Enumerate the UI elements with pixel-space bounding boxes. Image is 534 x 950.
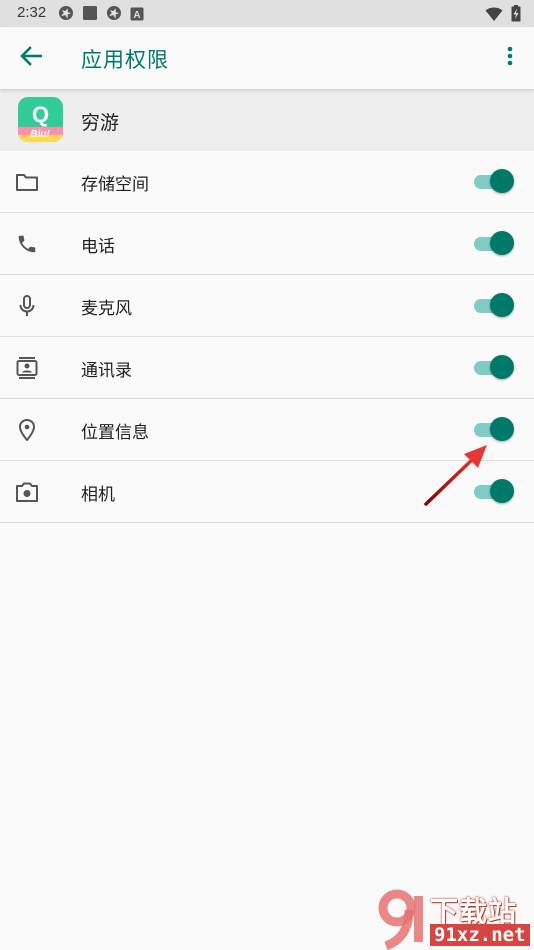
toggle-thumb <box>490 231 514 255</box>
more-vert-icon <box>507 46 513 70</box>
app-header: Q Biu! 穷游 <box>0 89 534 151</box>
permission-label: 电话 <box>81 237 115 257</box>
system-icons <box>485 5 521 26</box>
location-pin-icon <box>14 417 40 443</box>
square-icon <box>82 5 98 25</box>
app-name: 穷游 <box>81 112 120 134</box>
permission-row-location[interactable]: 位置信息 <box>0 399 534 461</box>
svg-text:A: A <box>133 10 140 21</box>
app-icon: Q Biu! <box>18 97 63 142</box>
permission-list: 存储空间 电话 麦克风 通讯录 位置信息 相机 <box>0 151 534 523</box>
app-permissions-screen: 2:32 A 应用权限 Q Biu! 穷游 存储空间 电话 麦克风 通讯录 位置… <box>0 0 534 950</box>
toolbar: 应用权限 <box>0 27 534 89</box>
arrow-left-icon <box>20 46 43 70</box>
status-time: 2:32 <box>17 4 47 21</box>
shutter-icon <box>106 5 122 25</box>
svg-text:Biu!: Biu! <box>30 129 50 140</box>
permission-row-microphone[interactable]: 麦克风 <box>0 275 534 337</box>
permission-row-camera[interactable]: 相机 <box>0 461 534 523</box>
permission-toggle[interactable] <box>474 417 516 443</box>
permission-label: 通讯录 <box>81 361 132 381</box>
permission-label: 相机 <box>81 485 115 505</box>
watermark-91-icon <box>378 889 423 950</box>
page-title: 应用权限 <box>81 48 169 72</box>
watermark-logo: 下载站 91xz.net <box>378 888 534 950</box>
permission-toggle[interactable] <box>474 479 516 505</box>
contacts-icon <box>14 355 40 381</box>
permission-row-storage[interactable]: 存储空间 <box>0 151 534 213</box>
permission-row-contacts[interactable]: 通讯录 <box>0 337 534 399</box>
shutter-icon <box>58 5 74 25</box>
permission-label: 麦克风 <box>81 299 132 319</box>
permission-toggle[interactable] <box>474 169 516 195</box>
more-options-button[interactable] <box>498 41 522 75</box>
toggle-thumb <box>490 479 514 503</box>
microphone-icon <box>14 293 40 319</box>
permission-toggle[interactable] <box>474 293 516 319</box>
camera-icon <box>14 479 40 505</box>
toggle-thumb <box>490 417 514 441</box>
permission-row-phone[interactable]: 电话 <box>0 213 534 275</box>
toggle-thumb <box>490 169 514 193</box>
battery-charging-icon <box>511 5 521 26</box>
folder-icon <box>14 169 40 195</box>
status-bar: 2:32 A <box>0 0 534 27</box>
back-button[interactable] <box>12 40 50 76</box>
toggle-thumb <box>490 355 514 379</box>
permission-label: 位置信息 <box>81 423 149 443</box>
toggle-thumb <box>490 293 514 317</box>
watermark-url: 91xz.net <box>430 924 530 946</box>
font-a-icon: A <box>130 6 144 25</box>
wifi-icon <box>485 6 503 26</box>
svg-text:Q: Q <box>32 102 49 127</box>
phone-icon <box>14 231 40 257</box>
permission-toggle[interactable] <box>474 231 516 257</box>
notification-icons: A <box>58 5 144 25</box>
permission-label: 存储空间 <box>81 175 149 195</box>
permission-toggle[interactable] <box>474 355 516 381</box>
